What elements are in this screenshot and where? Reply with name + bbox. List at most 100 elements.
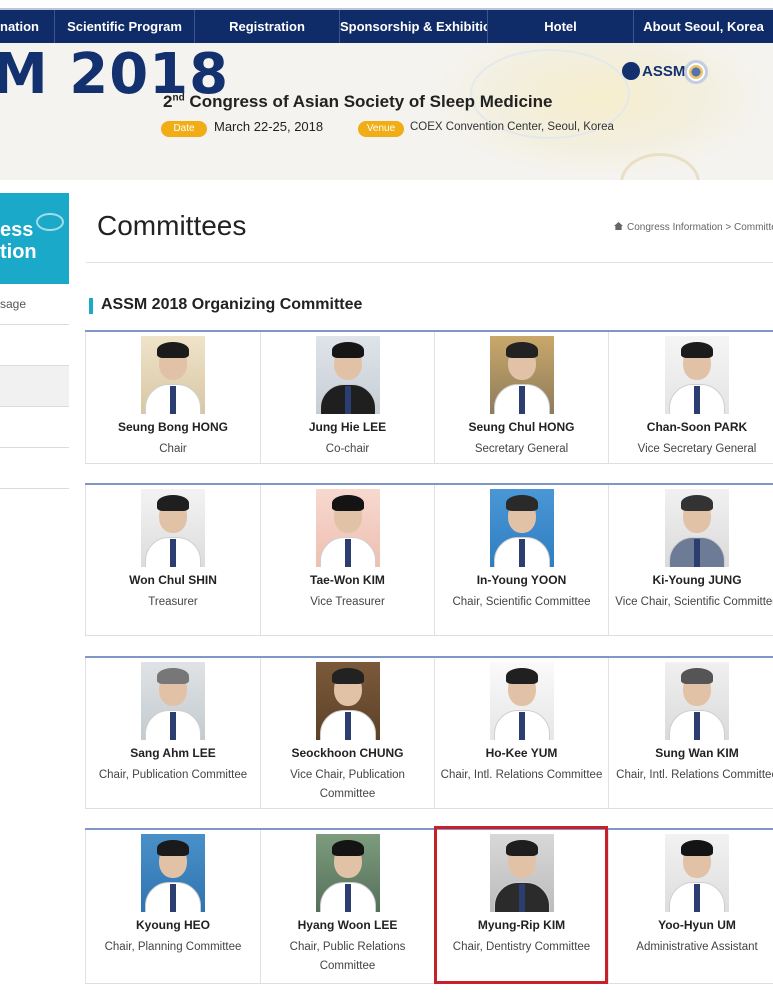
member-photo-tie <box>694 712 700 740</box>
member-photo-hair <box>331 668 364 684</box>
member-photo-tie <box>694 539 700 567</box>
date-label: Date <box>161 121 207 137</box>
member-card: Seung Bong HONG Chair <box>85 332 260 463</box>
cloud-icon <box>36 213 64 231</box>
date-value: March 22-25, 2018 <box>214 119 324 134</box>
member-name: Hyang Woon LEE <box>297 918 398 932</box>
member-photo-hair <box>331 495 364 511</box>
member-name: Chan-Soon PARK <box>646 420 748 434</box>
member-photo-tie <box>518 712 525 740</box>
member-role: Vice Secretary General <box>637 443 757 455</box>
assm-logo-text: ASSM <box>642 63 686 80</box>
member-role: Administrative Assistant <box>636 941 758 953</box>
nav-item-information[interactable]: nation <box>0 10 55 45</box>
sidebar-item-message[interactable]: sage <box>0 284 69 325</box>
member-name: Seockhoon CHUNG <box>291 746 404 760</box>
member-name: In-Young YOON <box>476 573 567 587</box>
member-card: Tae-Won KIM Vice Treasurer <box>260 485 434 635</box>
member-card: Chan-Soon PARK Vice Secretary General <box>608 332 773 463</box>
member-photo <box>141 662 205 740</box>
member-photo-tie <box>170 884 176 912</box>
venue-value: COEX Convention Center, Seoul, Korea <box>410 121 614 133</box>
member-card: Jung Hie LEE Co-chair <box>260 332 434 463</box>
page-title: Committees <box>97 210 247 241</box>
member-role: Chair, Intl. Relations Committee <box>440 769 603 781</box>
nav-bar: nation Scientific Program Registration S… <box>0 8 773 45</box>
sidebar-item[interactable] <box>0 448 69 489</box>
member-role: Vice Chair, Scientific Committee <box>615 596 773 608</box>
member-photo-tie <box>344 539 351 567</box>
member-name: Ho-Kee YUM <box>485 746 558 760</box>
top-navigation: nation Scientific Program Registration S… <box>0 0 773 45</box>
member-photo-hair <box>157 495 189 511</box>
member-role: Secretary General <box>474 443 569 455</box>
nav-item-registration[interactable]: Registration <box>195 10 340 45</box>
member-photo <box>489 662 554 740</box>
congress-ordinal-suffix: nd <box>172 92 185 104</box>
member-role: Chair, Intl. Relations Committee <box>616 769 773 781</box>
assm-logo[interactable]: ASSM <box>622 60 712 86</box>
breadcrumb: Congress Information > Committe <box>614 222 773 233</box>
member-card: Seockhoon CHUNG Vice Chair, Publication C… <box>260 658 434 808</box>
member-photo <box>315 489 380 567</box>
member-role: Vice Treasurer <box>310 596 385 608</box>
member-role: Chair, Scientific Committee <box>452 596 591 608</box>
member-photo <box>665 662 729 740</box>
member-name: Jung Hie LEE <box>308 420 387 434</box>
member-photo-hair <box>681 495 713 511</box>
nav-item-scientific-program[interactable]: Scientific Program <box>55 10 195 45</box>
member-photo-hair <box>331 342 364 358</box>
member-photo-hair <box>681 840 713 856</box>
sidebar-item[interactable] <box>0 325 69 366</box>
home-icon[interactable] <box>614 222 623 230</box>
member-photo <box>665 834 729 912</box>
member-card: Yoo-Hyun UM Administrative Assistant <box>608 830 773 983</box>
member-photo-tie <box>344 884 351 912</box>
member-photo <box>489 489 554 567</box>
society-seal-icon <box>684 60 708 84</box>
member-photo-tie <box>518 539 525 567</box>
member-card: Kyoung HEO Chair, Planning Committee <box>85 830 260 983</box>
divider <box>86 262 773 263</box>
member-name: Seung Bong HONG <box>118 420 228 434</box>
sidebar-item-committees[interactable] <box>0 366 69 407</box>
member-photo-hair <box>681 668 713 684</box>
sidebar-header: ess tion <box>0 193 69 284</box>
member-photo-hair <box>157 342 189 358</box>
member-photo-hair <box>505 668 538 684</box>
breadcrumb-text[interactable]: Congress Information > Committe <box>627 222 773 233</box>
sidebar: ess tion sage <box>0 193 69 489</box>
committee-row: Sang Ahm LEE Chair, Publication Committee… <box>85 656 773 809</box>
member-card: In-Young YOON Chair, Scientific Committee <box>434 485 608 635</box>
member-card: Seung Chul HONG Secretary General <box>434 332 608 463</box>
member-role: Chair, Planning Committee <box>104 941 242 953</box>
member-photo-tie <box>344 712 351 740</box>
member-name: Sang Ahm LEE <box>130 746 216 760</box>
member-name: Yoo-Hyun UM <box>658 918 736 932</box>
member-photo <box>489 336 554 414</box>
member-photo <box>315 834 380 912</box>
member-photo <box>315 336 380 414</box>
nav-item-sponsorship-exhibition[interactable]: Sponsorship & Exhibition <box>340 10 488 45</box>
member-name: Tae-Won KIM <box>310 573 385 587</box>
member-card: Sang Ahm LEE Chair, Publication Committee <box>85 658 260 808</box>
sidebar-item[interactable] <box>0 407 69 448</box>
member-photo-tie <box>344 386 351 414</box>
member-role: Chair <box>159 443 187 455</box>
member-name: Won Chul SHIN <box>129 573 217 587</box>
member-name: Kyoung HEO <box>136 918 210 932</box>
member-photo <box>665 489 729 567</box>
nav-item-hotel[interactable]: Hotel <box>488 10 634 45</box>
member-card: Ho-Kee YUM Chair, Intl. Relations Committ… <box>434 658 608 808</box>
member-role: Chair, Publication Committee <box>98 769 248 781</box>
member-name: Seung Chul HONG <box>468 420 575 434</box>
member-photo-hair <box>157 668 189 684</box>
member-photo-tie <box>170 386 176 414</box>
member-name: Ki-Young JUNG <box>652 573 742 587</box>
member-photo-tie <box>170 539 176 567</box>
member-photo-tie <box>694 386 700 414</box>
member-photo-tie <box>170 712 176 740</box>
member-card: Won Chul SHIN Treasurer <box>85 485 260 635</box>
nav-item-about-seoul[interactable]: About Seoul, Korea <box>634 10 773 45</box>
committee-row: Kyoung HEO Chair, Planning Committee Hyang… <box>85 828 773 984</box>
